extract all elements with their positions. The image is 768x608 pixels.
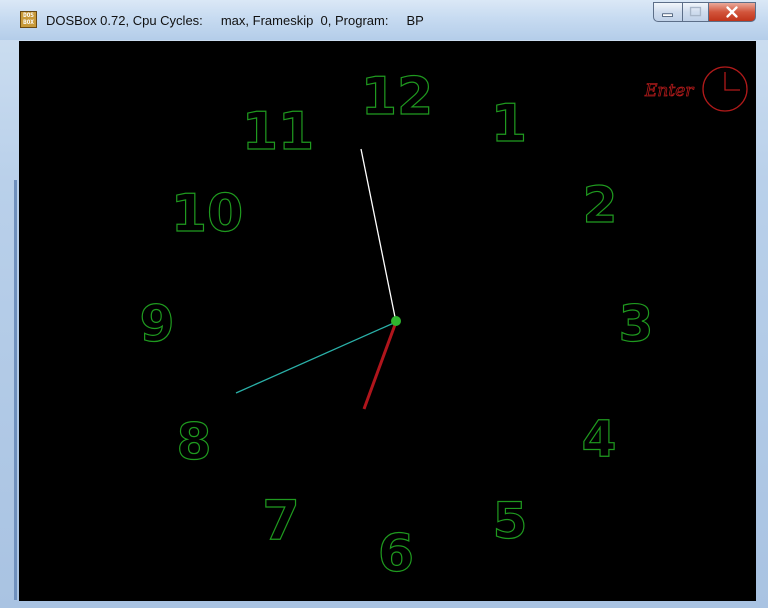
dos-screen[interactable]: 12 1 2 3 4 5 6 7 8 9 10 11 Enter [19,41,756,601]
dosbox-app-icon[interactable]: DOS BOX [20,11,37,28]
clock-numeral-5: 5 [493,492,528,550]
clock-numeral-7: 7 [262,489,300,552]
clock-numeral-3: 3 [619,295,654,353]
clock-numeral-9: 9 [140,295,175,353]
window-title: DOSBox 0.72, Cpu Cycles: max, Frameskip … [46,13,424,28]
clock-numeral-8: 8 [177,413,212,471]
analog-clock: 12 1234567891011 Enter [139,66,748,585]
clock-hub [391,316,401,326]
minute-hand [360,148,397,323]
title-bar[interactable]: DOS BOX DOSBox 0.72, Cpu Cycles: max, Fr… [0,0,768,40]
second-hand [235,321,397,394]
clock-numeral-6: 6 [378,524,414,584]
close-button[interactable] [708,2,756,22]
clock-numeral-2: 2 [583,176,618,234]
enter-button[interactable]: Enter [644,66,748,112]
window-edge [14,180,17,600]
hour-hand [362,321,398,410]
clock-numeral-4: 4 [582,410,617,468]
clock-icon [702,66,748,112]
clock-numeral-11: 11 [242,102,314,162]
clock-numeral-10: 10 [171,184,243,244]
clock-numeral-1: 1 [491,94,527,154]
maximize-icon [689,6,702,17]
maximize-button[interactable] [682,2,709,22]
minimize-icon [662,13,673,17]
minimize-button[interactable] [653,2,683,22]
close-icon [726,6,738,18]
enter-label: Enter [644,81,694,101]
dosbox-window: DOS BOX DOSBox 0.72, Cpu Cycles: max, Fr… [0,0,768,608]
clock-numeral-12: 12 [361,67,433,127]
